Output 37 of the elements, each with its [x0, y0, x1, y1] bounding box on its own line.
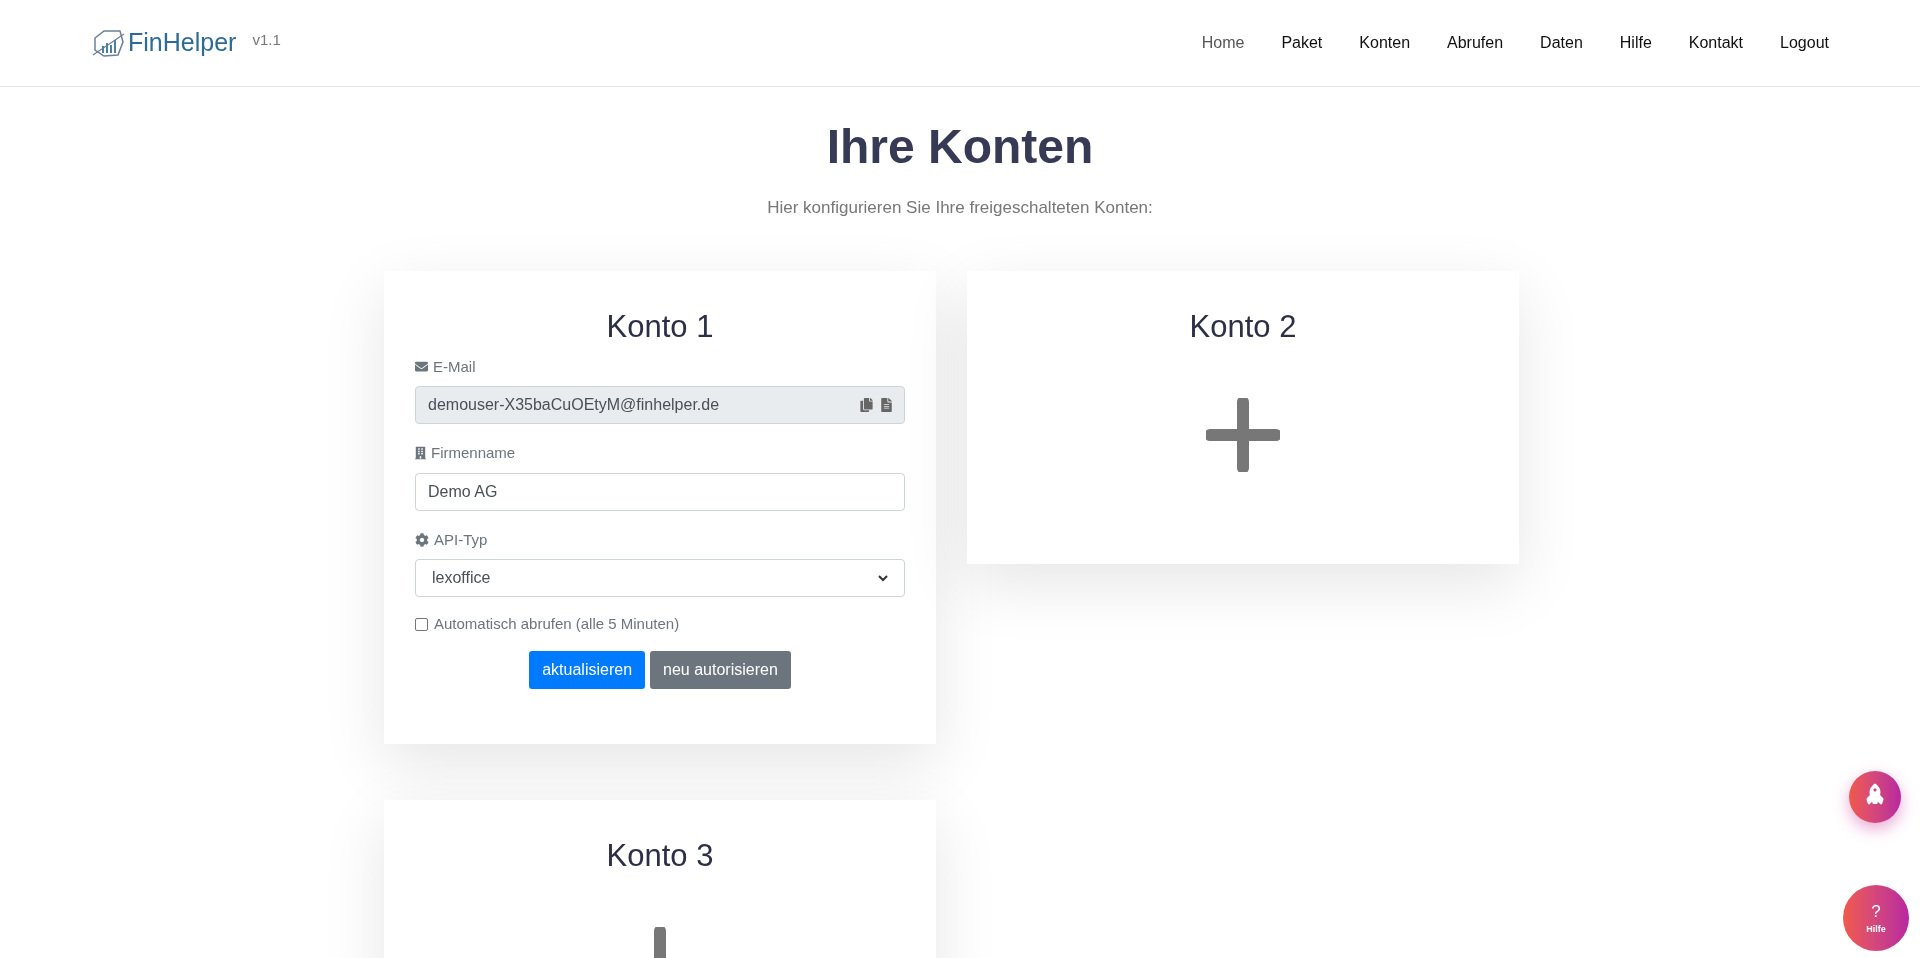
version-label: v1.1 — [252, 29, 281, 50]
gear-icon — [415, 532, 429, 547]
email-field[interactable]: demouser-X35baCuOEtyM@finhelper.de — [415, 386, 905, 424]
help-caption: Hilfe — [1866, 924, 1886, 934]
checkbox[interactable] — [415, 617, 428, 631]
copy-icon[interactable] — [860, 398, 873, 412]
field-label: E-Mail — [433, 356, 476, 377]
page-title: Ihre Konten — [826, 119, 1094, 175]
nav-link[interactable]: Daten — [1540, 31, 1583, 55]
card-title: Konto 1 — [605, 307, 715, 346]
brand-name[interactable]: FinHelper — [128, 24, 237, 62]
question-mark: ? — [1871, 902, 1881, 920]
page-subtitle: Hier konfigurieren Sie Ihre freigeschalteten Konten: — [767, 197, 1153, 219]
card-title: Konto 3 — [606, 836, 714, 875]
nav-link[interactable]: Paket — [1281, 31, 1323, 55]
reauthorize-button[interactable]: neu autorisieren — [650, 650, 791, 689]
nav-link[interactable]: Kontakt — [1688, 31, 1744, 55]
checkbox-label: Automatisch abrufen (alle 5 Minuten) — [434, 614, 680, 634]
chevron-down-icon — [878, 574, 888, 582]
api-select[interactable]: lexoffice — [415, 559, 905, 597]
logo-icon — [92, 28, 126, 58]
company-field[interactable]: Demo AG — [415, 472, 905, 511]
document-icon[interactable] — [881, 398, 892, 412]
rocket-button[interactable] — [1849, 771, 1901, 823]
nav-link[interactable]: Logout — [1780, 31, 1829, 55]
field-label: Firmenname — [431, 443, 516, 463]
card-title: Konto 2 — [1189, 307, 1297, 346]
nav-link[interactable]: Home — [1201, 31, 1245, 55]
nav-link[interactable]: Hilfe — [1619, 31, 1652, 55]
plus-icon[interactable] — [1206, 397, 1280, 472]
field-label: API-Typ — [434, 529, 488, 550]
help-button[interactable]: ? Hilfe — [1843, 885, 1909, 951]
envelope-icon — [415, 360, 428, 374]
nav-link[interactable]: Abrufen — [1447, 31, 1504, 55]
update-button[interactable]: aktualisieren — [529, 650, 646, 689]
nav-link[interactable]: Konten — [1359, 31, 1411, 55]
building-icon — [415, 446, 426, 461]
